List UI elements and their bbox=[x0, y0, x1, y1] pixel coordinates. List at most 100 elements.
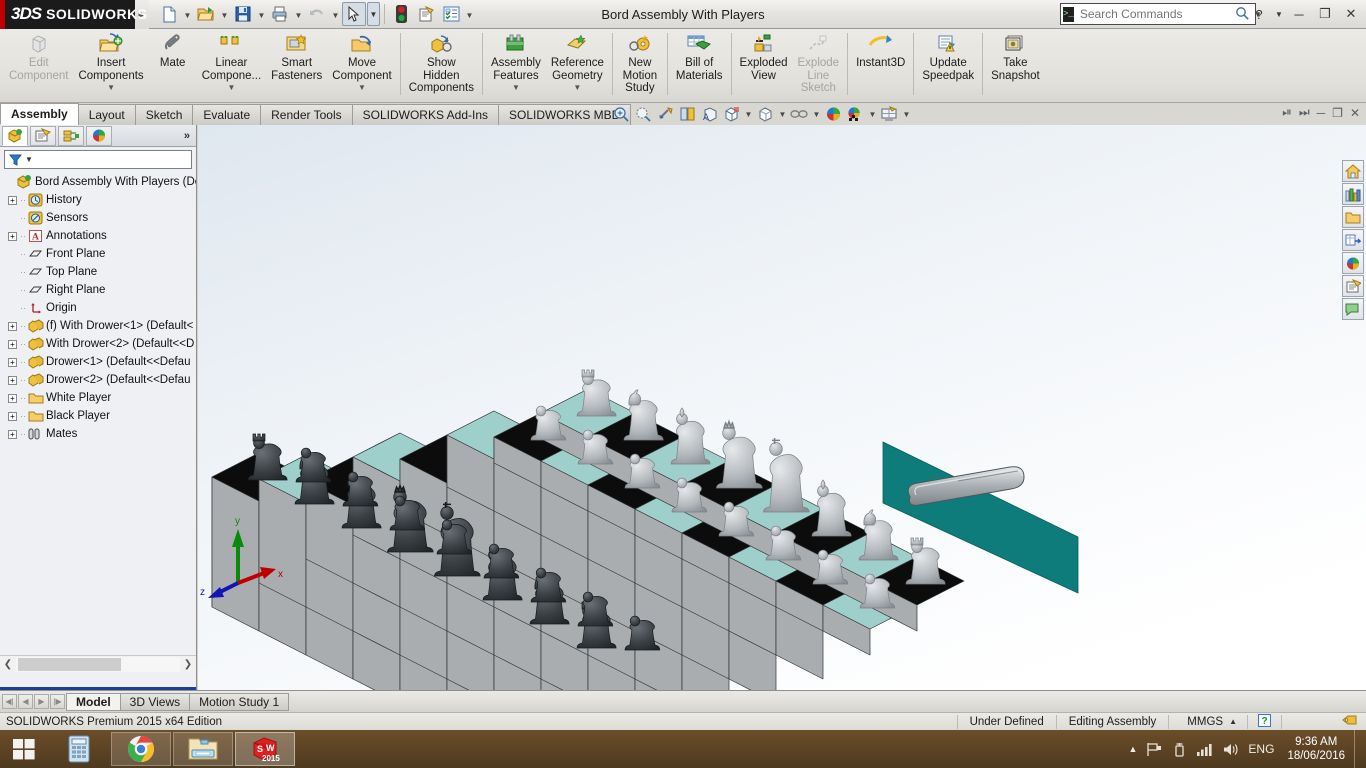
scroll-left-arrow[interactable]: ❮ bbox=[0, 659, 16, 670]
ribbon-linear-component-pattern[interactable]: Linear Compone... ▼ bbox=[197, 29, 266, 101]
display-style-icon[interactable] bbox=[722, 105, 741, 124]
filter-caret-icon[interactable]: ▼ bbox=[25, 155, 33, 164]
minimize-document-icon[interactable]: ─ bbox=[1317, 106, 1326, 120]
zoom-to-fit-icon[interactable] bbox=[612, 105, 631, 124]
ribbon-instant3d[interactable]: Instant3D bbox=[851, 29, 910, 101]
bottom-tab-model[interactable]: Model bbox=[66, 692, 121, 711]
ribbon-assembly-features[interactable]: Assembly Features ▼ bbox=[486, 29, 546, 101]
restore-button[interactable]: ❐ bbox=[1314, 4, 1336, 24]
chess-board-3d-model[interactable]: y x z bbox=[198, 125, 1366, 690]
tab-solidworks-addins[interactable]: SOLIDWORKS Add-Ins bbox=[351, 104, 499, 125]
ribbon-insert-components[interactable]: Insert Components ▼ bbox=[73, 29, 148, 101]
ribbon-move-component[interactable]: Move Component ▼ bbox=[327, 29, 396, 101]
more-tabs-icon[interactable]: » bbox=[184, 130, 190, 142]
restore-document-icon[interactable]: ❐ bbox=[1332, 106, 1343, 120]
units-caret-icon[interactable]: ▲ bbox=[1229, 717, 1247, 726]
help-caret-icon[interactable]: ▼ bbox=[1274, 4, 1284, 24]
tree-node-origin[interactable]: ·· Origin bbox=[0, 299, 196, 317]
appearances-scenes-icon[interactable] bbox=[1342, 252, 1364, 274]
scroll-thumb[interactable] bbox=[18, 657, 121, 671]
tab-assembly[interactable]: Assembly bbox=[0, 103, 79, 125]
volume-icon[interactable] bbox=[1222, 742, 1239, 757]
scroll-right-arrow[interactable]: ❯ bbox=[180, 659, 196, 670]
ribbon-show-hidden-components[interactable]: Show Hidden Components bbox=[404, 29, 479, 101]
tree-node-right-plane[interactable]: ·· Right Plane bbox=[0, 281, 196, 299]
expand-toggle[interactable]: + bbox=[8, 411, 17, 421]
restore-pane-left-icon[interactable]: ⏯ bbox=[1282, 105, 1292, 120]
ribbon-smart-fasteners[interactable]: Smart Fasteners bbox=[266, 29, 327, 101]
tree-node-with-drower-1[interactable]: + ·· (f) With Drower<1> (Default< bbox=[0, 317, 196, 335]
open-document-caret[interactable]: ▼ bbox=[219, 3, 230, 25]
tab-layout[interactable]: Layout bbox=[77, 104, 136, 125]
expand-toggle[interactable]: + bbox=[8, 231, 17, 241]
expand-toggle[interactable]: + bbox=[8, 195, 17, 205]
view-layout-caret[interactable]: ▼ bbox=[902, 110, 911, 119]
next-tab-button[interactable]: ▶ bbox=[34, 694, 49, 709]
bottom-tab-motion-study-1[interactable]: Motion Study 1 bbox=[189, 692, 290, 711]
tree-horizontal-scrollbar[interactable]: ❮ ❯ bbox=[0, 655, 196, 672]
previous-view-icon[interactable] bbox=[656, 105, 675, 124]
ribbon-reference-geometry[interactable]: Reference Geometry ▼ bbox=[546, 29, 609, 101]
file-properties-button[interactable] bbox=[414, 2, 438, 26]
ribbon-mate[interactable]: Mate bbox=[149, 29, 197, 101]
tree-node-mates[interactable]: + ·· Mates bbox=[0, 425, 196, 443]
ribbon-new-motion-study[interactable]: New Motion Study bbox=[616, 29, 664, 101]
tag-icon[interactable] bbox=[1342, 714, 1366, 730]
open-document-button[interactable] bbox=[194, 2, 218, 26]
tree-node-assembly-root[interactable]: Bord Assembly With Players (De bbox=[0, 173, 196, 191]
save-document-caret[interactable]: ▼ bbox=[256, 3, 267, 25]
hide-show-items-caret[interactable]: ▼ bbox=[778, 110, 787, 119]
help-badge-icon[interactable]: ? bbox=[1248, 713, 1281, 730]
tree-node-sensors[interactable]: ·· Sensors bbox=[0, 209, 196, 227]
last-tab-button[interactable]: |▶ bbox=[50, 694, 65, 709]
configuration-manager-tab[interactable] bbox=[58, 125, 84, 146]
select-tool-button[interactable] bbox=[342, 2, 366, 26]
taskbar-clock[interactable]: 9:36 AM 18/06/2016 bbox=[1287, 735, 1345, 763]
tree-node-drower-1[interactable]: + ·· Drower<1> (Default<<Defau bbox=[0, 353, 196, 371]
ribbon-dropdown-caret[interactable]: ▼ bbox=[573, 83, 581, 92]
tab-evaluate[interactable]: Evaluate bbox=[192, 104, 262, 125]
undo-button[interactable] bbox=[305, 2, 329, 26]
solidworks-forum-icon[interactable] bbox=[1342, 298, 1364, 320]
apply-scene-caret[interactable]: ▼ bbox=[812, 110, 821, 119]
language-indicator[interactable]: ENG bbox=[1248, 742, 1274, 756]
tree-node-drower-2[interactable]: + ·· Drower<2> (Default<<Defau bbox=[0, 371, 196, 389]
apply-scene-icon[interactable] bbox=[790, 105, 809, 124]
ribbon-dropdown-caret[interactable]: ▼ bbox=[512, 83, 520, 92]
taskbar-item-google-chrome[interactable] bbox=[111, 732, 171, 766]
tree-node-with-drower-2[interactable]: + ·· With Drower<2> (Default<<D bbox=[0, 335, 196, 353]
hide-show-items-icon[interactable] bbox=[756, 105, 775, 124]
tab-render-tools[interactable]: Render Tools bbox=[260, 104, 353, 125]
zoom-to-area-icon[interactable] bbox=[634, 105, 653, 124]
status-units[interactable]: MMGS bbox=[1169, 716, 1229, 728]
property-manager-tab[interactable] bbox=[30, 125, 56, 146]
tray-overflow-icon[interactable]: ▲ bbox=[1129, 744, 1138, 754]
view-orientation-icon[interactable]: A bbox=[700, 105, 719, 124]
ribbon-dropdown-caret[interactable]: ▼ bbox=[107, 83, 115, 92]
search-commands-box[interactable]: >_ ▼ bbox=[1060, 3, 1262, 25]
appearances-icon[interactable] bbox=[846, 105, 865, 124]
view-layout-icon[interactable] bbox=[880, 105, 899, 124]
tree-node-front-plane[interactable]: ·· Front Plane bbox=[0, 245, 196, 263]
view-settings-icon[interactable] bbox=[824, 105, 843, 124]
print-document-caret[interactable]: ▼ bbox=[293, 3, 304, 25]
select-tool-caret[interactable]: ▼ bbox=[367, 2, 380, 26]
bottom-tab-3d-views[interactable]: 3D Views bbox=[119, 692, 191, 711]
new-document-caret[interactable]: ▼ bbox=[182, 3, 193, 25]
tab-sketch[interactable]: Sketch bbox=[134, 104, 194, 125]
display-manager-tab[interactable] bbox=[86, 125, 112, 146]
taskbar-item-solidworks-2015[interactable]: S W 2015 bbox=[235, 732, 295, 766]
solidworks-resources-icon[interactable] bbox=[1342, 160, 1364, 182]
flag-action-center-icon[interactable] bbox=[1146, 742, 1163, 757]
close-button[interactable]: ✕ bbox=[1340, 4, 1362, 24]
options-caret[interactable]: ▼ bbox=[464, 3, 475, 25]
appearances-caret[interactable]: ▼ bbox=[868, 110, 877, 119]
signal-bars-icon[interactable] bbox=[1196, 742, 1213, 757]
display-style-caret[interactable]: ▼ bbox=[744, 110, 753, 119]
previous-tab-button[interactable]: ◀ bbox=[18, 694, 33, 709]
file-explorer-icon[interactable] bbox=[1342, 206, 1364, 228]
expand-toggle[interactable]: + bbox=[8, 339, 17, 349]
feature-tree-filter[interactable]: ▼ bbox=[4, 150, 192, 169]
minimize-button[interactable]: ─ bbox=[1288, 4, 1310, 24]
close-document-icon[interactable]: ✕ bbox=[1350, 106, 1360, 120]
